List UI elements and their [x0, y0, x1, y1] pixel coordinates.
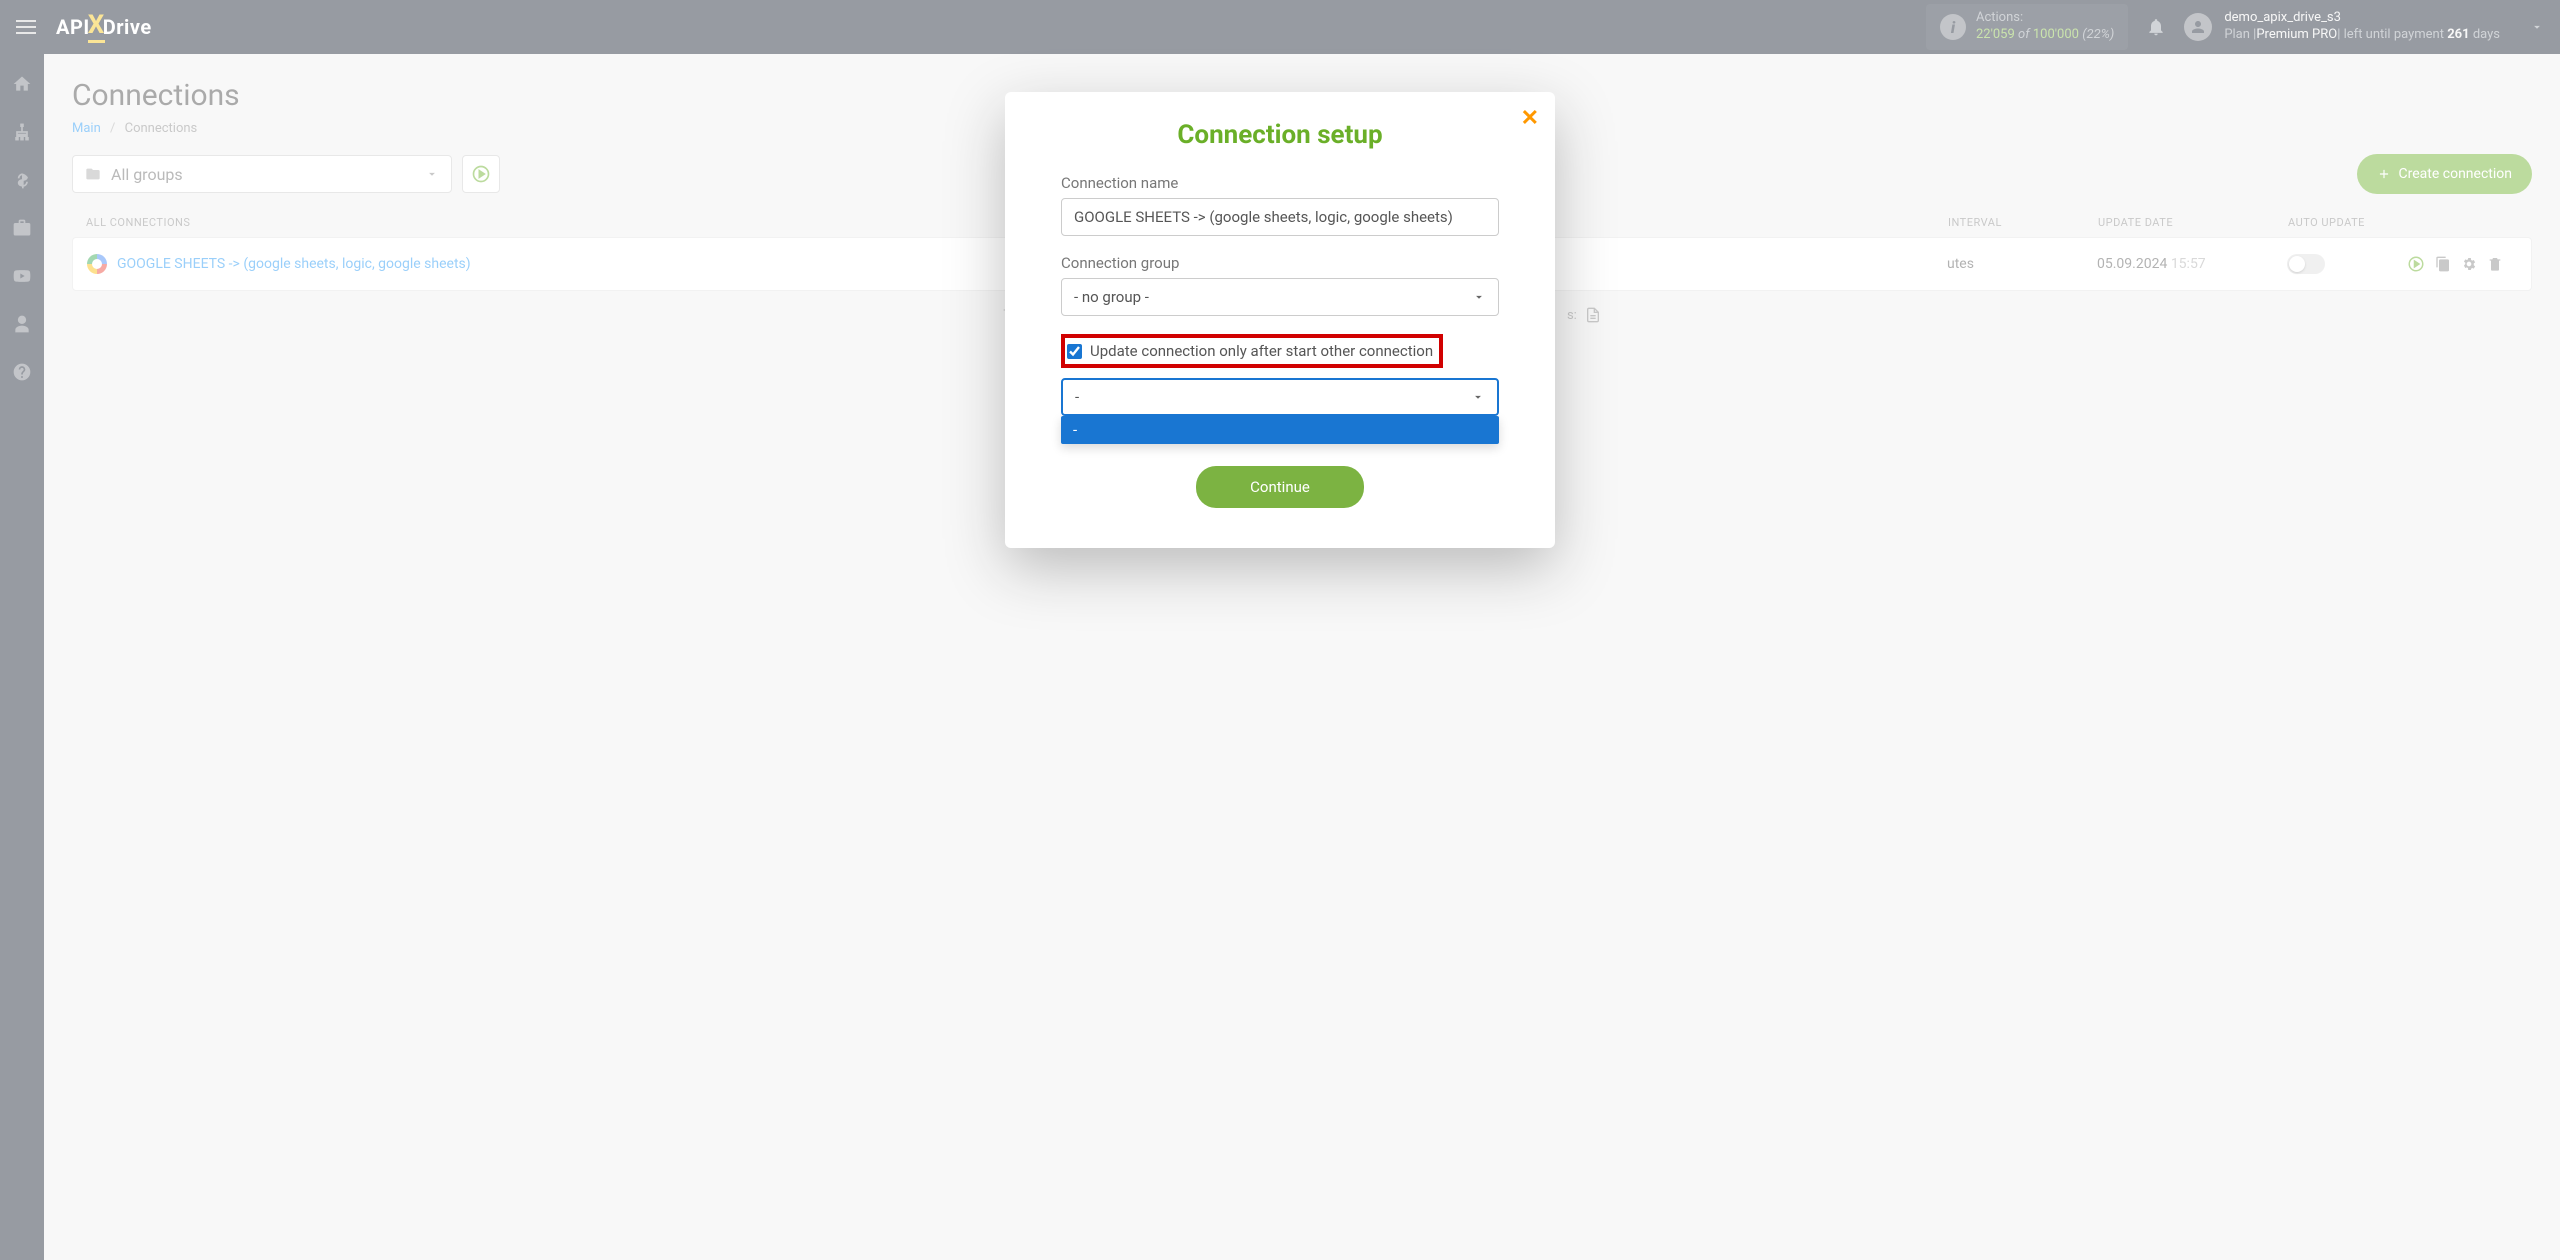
update-after-label: Update connection only after start other… [1090, 342, 1433, 360]
connection-group-select[interactable]: - no group - [1061, 278, 1499, 316]
chevron-down-icon [1471, 390, 1485, 404]
update-after-checkbox-row[interactable]: Update connection only after start other… [1061, 334, 1443, 368]
continue-button[interactable]: Continue [1196, 466, 1364, 508]
connection-name-input[interactable] [1061, 198, 1499, 236]
connection-setup-modal: ✕ Connection setup Connection name Conne… [1005, 92, 1555, 548]
modal-title: Connection setup [1061, 120, 1499, 150]
connection-name-label: Connection name [1061, 174, 1499, 192]
dependency-value: - [1075, 388, 1079, 406]
connection-group-value: - no group - [1074, 288, 1149, 306]
chevron-down-icon [1472, 290, 1486, 304]
update-after-checkbox[interactable] [1067, 344, 1082, 359]
connection-group-label: Connection group [1061, 254, 1499, 272]
close-icon[interactable]: ✕ [1521, 106, 1539, 131]
modal-overlay: ✕ Connection setup Connection name Conne… [0, 0, 2560, 1260]
dependency-option[interactable]: - [1061, 416, 1499, 444]
dependency-select[interactable]: - [1061, 378, 1499, 416]
